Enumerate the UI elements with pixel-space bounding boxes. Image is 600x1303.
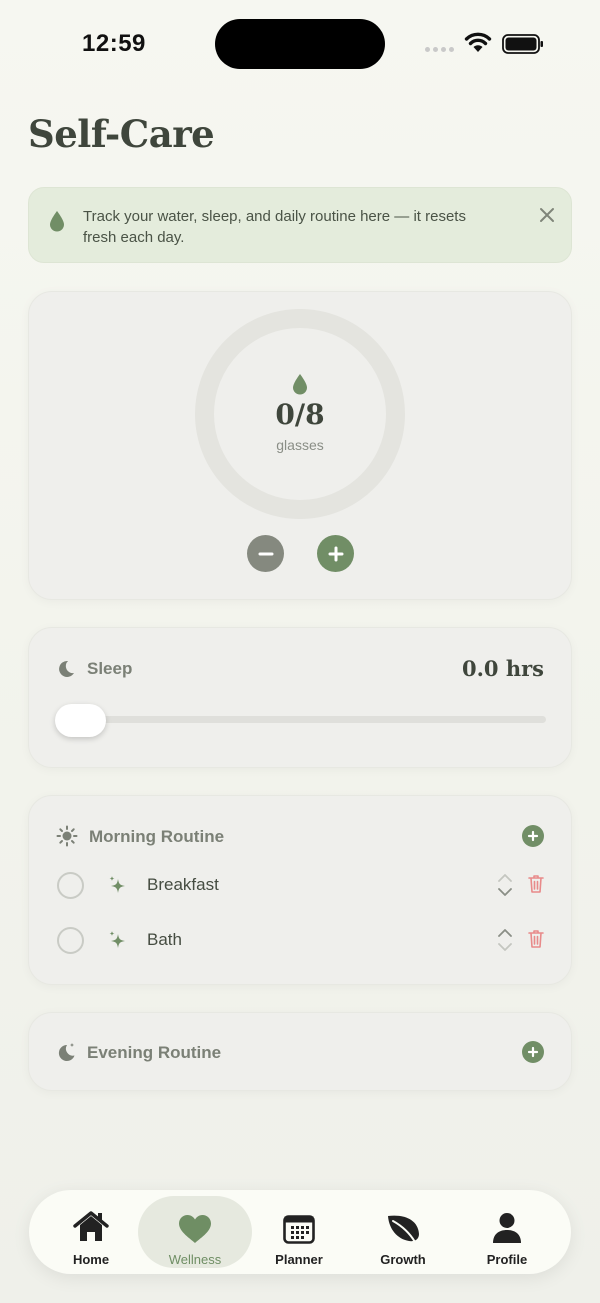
sleep-label: Sleep [87,659,133,678]
dynamic-island [215,19,385,69]
routine-item-name: Breakfast [147,875,219,894]
tab-label: Growth [380,1252,426,1267]
water-drop-icon [293,374,307,395]
morning-routine-title: Morning Routine [89,827,225,846]
water-progress-ring: 0/8 glasses [195,309,405,519]
increase-water-button[interactable] [317,535,354,572]
evening-routine-card: Evening Routine [28,1012,572,1091]
tab-growth[interactable]: Growth [351,1196,455,1268]
decrease-water-button[interactable] [247,535,284,572]
tip-text: Track your water, sleep, and daily routi… [83,208,466,246]
sleep-card: Sleep 0.0 hrs [28,627,572,768]
sleep-slider-thumb[interactable] [55,704,106,737]
tip-banner: Track your water, sleep, and daily routi… [28,187,572,263]
tab-profile[interactable]: Profile [455,1196,559,1268]
routine-item-checkbox[interactable] [57,872,84,899]
tab-label: Home [72,1252,110,1267]
wifi-icon [464,32,492,52]
tab-label: Planner [275,1252,323,1267]
sparkles-icon [109,931,125,948]
evening-routine-title: Evening Routine [87,1043,222,1062]
calendar-icon [283,1215,315,1244]
add-evening-item-button[interactable] [522,1041,544,1063]
tab-bar: Home Wellness Planner Growth Profile [29,1190,571,1274]
add-morning-item-button[interactable] [522,825,544,847]
status-bar: 12:59 [0,0,600,90]
reorder-chevrons-icon[interactable] [497,927,513,953]
cellular-signal-icon [425,47,454,52]
sun-icon [56,825,78,847]
water-tracker-card: 0/8 glasses [28,291,572,600]
routine-item-checkbox[interactable] [57,927,84,954]
water-unit: glasses [276,437,324,453]
sleep-slider-track[interactable] [59,716,546,723]
plus-icon [527,830,539,842]
tab-label: Wellness [168,1252,222,1267]
battery-icon [502,34,543,54]
plus-icon [328,546,343,561]
routine-item-name: Bath [147,930,182,949]
minus-icon [258,552,273,555]
moon-icon [59,660,74,677]
self-care-screen: 12:59 Self-Care Track your water, sleep,… [0,0,600,1303]
status-time: 12:59 [82,30,146,57]
water-count: 0/8 [275,398,325,431]
routine-item-row: Breakfast [29,863,573,907]
close-icon[interactable] [537,205,557,225]
sparkles-icon [109,876,125,893]
morning-routine-card: Morning Routine Breakfast Bath [28,795,572,985]
heart-icon [179,1215,211,1243]
tab-home[interactable]: Home [39,1196,143,1268]
trash-icon[interactable] [528,929,544,949]
tab-planner[interactable]: Planner [247,1196,351,1268]
tab-wellness[interactable]: Wellness [138,1196,252,1268]
person-icon [493,1213,521,1243]
page-title: Self-Care [28,112,215,156]
plus-icon [527,1046,539,1058]
house-icon [73,1211,109,1241]
routine-item-row: Bath [29,918,573,962]
water-drop-icon [50,211,64,232]
moon-stars-icon [58,1043,75,1061]
leaf-icon [388,1215,419,1243]
trash-icon[interactable] [528,874,544,894]
reorder-chevrons-icon[interactable] [497,872,513,898]
sleep-hours: 0.0 hrs [461,656,544,681]
tab-label: Profile [486,1252,528,1267]
